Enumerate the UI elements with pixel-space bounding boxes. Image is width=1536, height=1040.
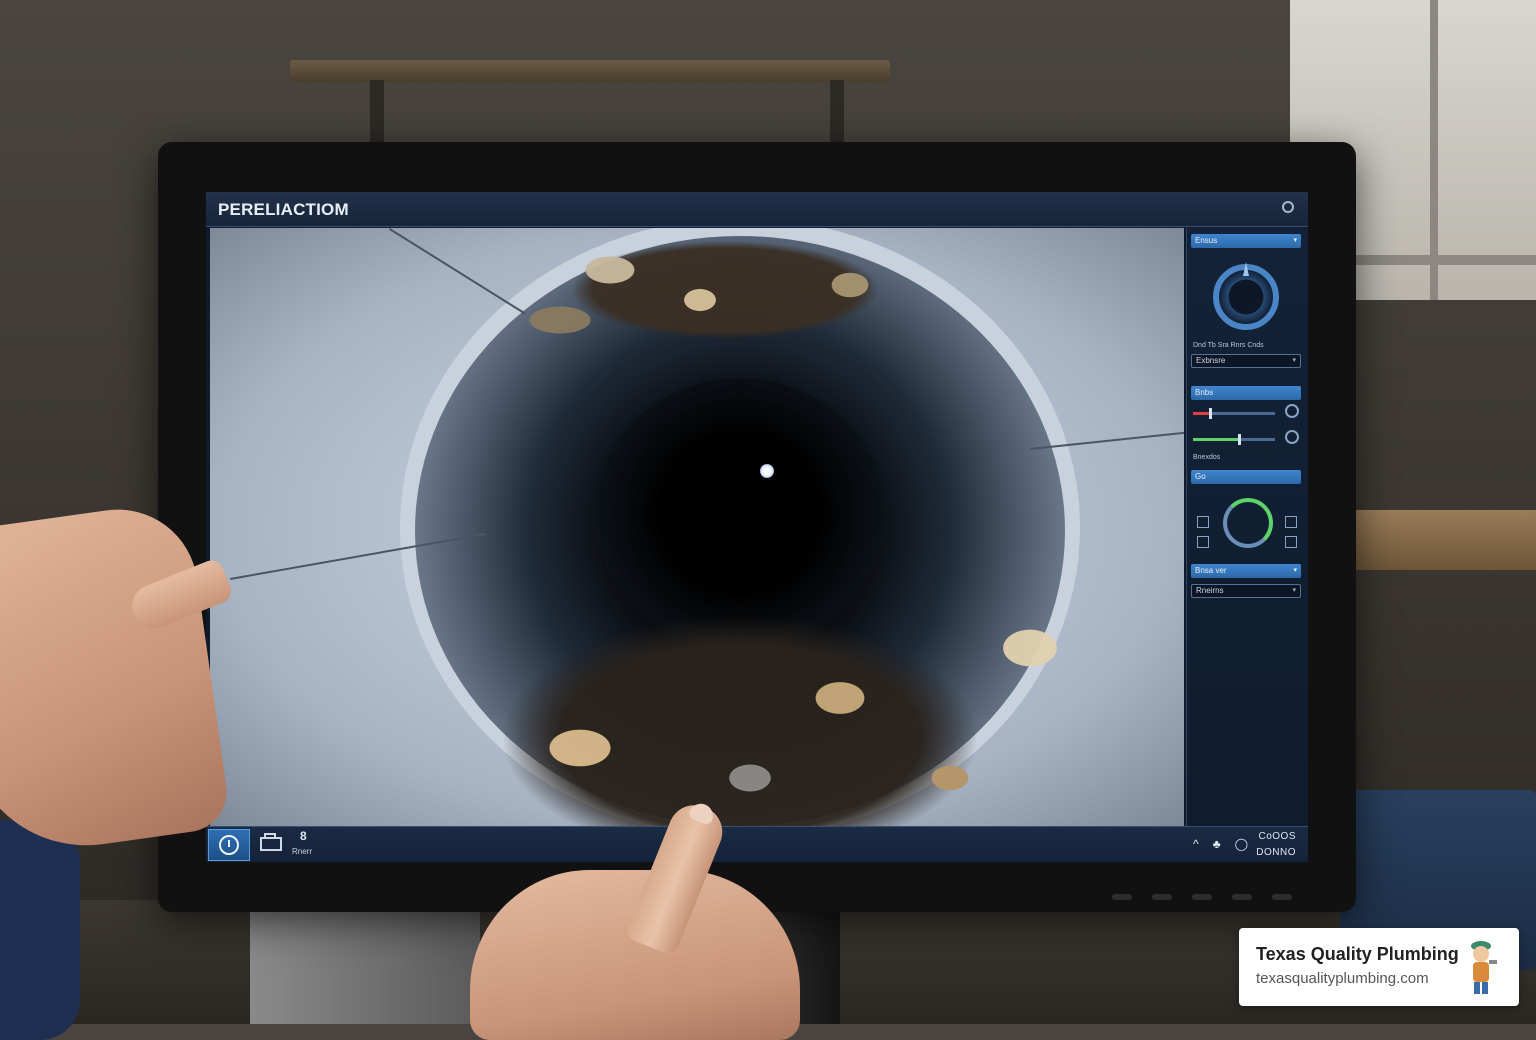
report-field[interactable]: Rneirns ▾	[1191, 584, 1301, 598]
level-reset-button[interactable]	[1285, 430, 1299, 444]
report-field-label: Rneirns	[1196, 586, 1224, 595]
levels-label: Bnexdos	[1193, 454, 1221, 461]
source-dropdown[interactable]: Bnsa ver ▾	[1191, 564, 1301, 578]
orientation-dial[interactable]	[1213, 262, 1279, 330]
monitor-button[interactable]	[1232, 894, 1252, 900]
zoom-out-icon[interactable]	[1197, 536, 1209, 548]
compass-needle-icon	[1243, 262, 1249, 276]
sleeve	[0, 820, 80, 1040]
source-dropdown-label: Bnsa ver	[1195, 566, 1227, 575]
slider-fill	[1193, 438, 1239, 441]
level-slider-green[interactable]	[1193, 434, 1275, 445]
capture-icon[interactable]	[1285, 516, 1297, 528]
camera-light	[760, 464, 774, 478]
brand-badge: Texas Quality Plumbing texasqualityplumb…	[1239, 928, 1519, 1006]
chevron-down-icon: ▾	[1293, 237, 1297, 244]
tool-number: 8	[300, 829, 307, 843]
camera-feed	[210, 228, 1184, 826]
section-header-label: Bnbs	[1195, 388, 1214, 397]
chevron-down-icon: ▾	[1293, 567, 1297, 574]
record-icon[interactable]	[1285, 536, 1297, 548]
shelf-bracket	[830, 80, 844, 150]
title-bar: PERELIACTIOM	[206, 192, 1308, 227]
control-panel: Ensus ▾ Dnd Tb Sra Rnrs Cnds Exbnsre ▾ Bnb…	[1186, 228, 1308, 826]
slider-fill	[1193, 412, 1210, 415]
section-header-label: Go	[1195, 472, 1206, 481]
background-desk	[1330, 510, 1536, 570]
chevron-down-icon: ▾	[1292, 587, 1296, 594]
folder-icon	[260, 833, 282, 851]
level-reset-button[interactable]	[1285, 404, 1299, 418]
mode-dropdown[interactable]: Ensus ▾	[1191, 234, 1301, 248]
zoom-in-icon[interactable]	[1197, 516, 1209, 528]
shelf-bracket	[370, 80, 384, 150]
history-button[interactable]	[208, 829, 250, 861]
exposure-field[interactable]: Exbnsre ▾	[1191, 354, 1301, 368]
section-header: Go	[1191, 470, 1301, 484]
section-header: Bnbs	[1191, 386, 1301, 400]
background-shelf	[290, 60, 890, 82]
status-top: CoOOS	[1258, 831, 1296, 842]
settings-icon[interactable]	[1282, 201, 1294, 213]
clock-icon	[219, 835, 239, 855]
monitor-button[interactable]	[1272, 894, 1292, 900]
folder-button[interactable]	[250, 829, 292, 861]
app-title: PERELIACTIOM	[218, 200, 349, 219]
exposure-field-label: Exbnsre	[1196, 356, 1226, 365]
brand-url: texasqualityplumbing.com	[1256, 970, 1429, 987]
mode-dropdown-label: Ensus	[1195, 236, 1218, 245]
up-arrow-icon[interactable]: ^	[1193, 837, 1199, 851]
bottom-toolbar: 8 Rnerr ^ ♣ ◯ CoOOS DONNO	[206, 826, 1308, 862]
brand-name: Texas Quality Plumbing	[1256, 944, 1459, 964]
progress-gauge	[1223, 498, 1273, 548]
plumber-mascot-icon	[1471, 941, 1497, 994]
chevron-down-icon: ▾	[1292, 357, 1296, 364]
lock-icon[interactable]: ♣	[1213, 837, 1221, 851]
inspection-screen: PERELIACTIOM Ensus ▾ Dnd Tb Sra Rnrs Cnds…	[206, 192, 1308, 862]
monitor-buttons[interactable]	[1112, 894, 1292, 900]
camera-icon[interactable]: ◯	[1235, 837, 1248, 851]
background-bucket	[250, 905, 480, 1024]
panel-labels: Dnd Tb Sra Rnrs Cnds	[1193, 342, 1264, 349]
slider-knob[interactable]	[1238, 434, 1242, 445]
level-slider-red[interactable]	[1193, 408, 1275, 419]
status-icons: ^ ♣ ◯	[1193, 837, 1248, 851]
slider-knob[interactable]	[1209, 408, 1213, 419]
tool-label: Rnerr	[292, 847, 313, 856]
sediment-debris	[420, 548, 1060, 826]
monitor-button[interactable]	[1152, 894, 1172, 900]
status-bottom: DONNO	[1256, 847, 1296, 858]
monitor-button[interactable]	[1112, 894, 1132, 900]
root-intrusion-debris	[490, 230, 960, 380]
right-hand	[470, 870, 800, 1040]
monitor-button[interactable]	[1192, 894, 1212, 900]
